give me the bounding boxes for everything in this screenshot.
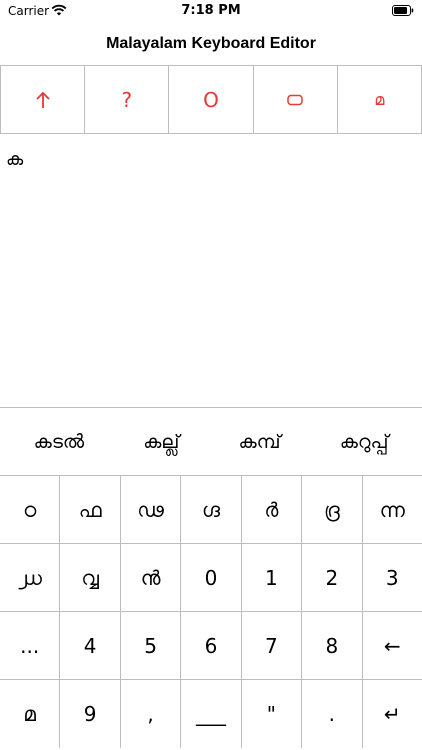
- backspace-key[interactable]: ←: [363, 612, 422, 679]
- key[interactable]: ഢ: [121, 476, 182, 543]
- period-key[interactable]: .: [302, 680, 363, 748]
- ellipsis-key[interactable]: ...: [0, 612, 61, 679]
- key[interactable]: ൻ: [121, 544, 182, 611]
- key-row-1: ഠ ഫ ഢ ഗ്ദ ർ ദ്ര ന്ന: [0, 476, 422, 544]
- status-bar: Carrier 7:18 PM: [0, 0, 422, 22]
- help-button[interactable]: ?: [85, 66, 170, 133]
- key-8[interactable]: 8: [302, 612, 363, 679]
- malayalam-ma-key[interactable]: മ: [0, 680, 61, 748]
- suggestion-bar: കടൽ കല്ല് കമ്പ് കറുപ്പ്: [0, 408, 422, 476]
- text-editor[interactable]: ക: [0, 135, 422, 407]
- back-arrow-icon: ←: [383, 633, 401, 658]
- return-key[interactable]: ↵: [363, 680, 422, 748]
- up-arrow-button[interactable]: [0, 66, 86, 133]
- key[interactable]: ർ: [242, 476, 303, 543]
- key-row-3: ... 4 5 6 7 8 ←: [0, 612, 422, 680]
- suggestion-2[interactable]: കല്ല്: [133, 425, 189, 459]
- suggestion-1[interactable]: കടൽ: [24, 425, 94, 459]
- key[interactable]: ഠ: [0, 476, 61, 543]
- key-2[interactable]: 2: [302, 544, 363, 611]
- space-key[interactable]: ___: [181, 680, 242, 748]
- key[interactable]: ഫ: [60, 476, 121, 543]
- suggestion-3[interactable]: കമ്പ്: [229, 425, 291, 459]
- key[interactable]: ഗ്ദ: [181, 476, 242, 543]
- key-row-2: ൰ വ്വ ൻ 0 1 2 3: [0, 544, 422, 612]
- suggestion-4[interactable]: കറുപ്പ്: [330, 425, 399, 459]
- circle-icon: O: [203, 87, 219, 112]
- key-6[interactable]: 6: [181, 612, 242, 679]
- malayalam-ma-button[interactable]: മ: [338, 66, 422, 133]
- circle-button[interactable]: O: [169, 66, 254, 133]
- clock: 7:18 PM: [181, 3, 241, 18]
- key[interactable]: ൰: [0, 544, 61, 611]
- battery-icon: [392, 5, 414, 16]
- key-0[interactable]: 0: [181, 544, 242, 611]
- key[interactable]: ന്ന: [363, 476, 422, 543]
- key-row-4: മ 9 , ___ " . ↵: [0, 680, 422, 748]
- key-9[interactable]: 9: [60, 680, 121, 748]
- return-icon: ↵: [383, 702, 401, 726]
- key-1[interactable]: 1: [242, 544, 303, 611]
- up-arrow-icon: [35, 91, 50, 108]
- key-7[interactable]: 7: [242, 612, 303, 679]
- toolbar: ? O മ: [0, 65, 422, 134]
- page-title: Malayalam Keyboard Editor: [106, 35, 316, 52]
- quote-key[interactable]: ": [242, 680, 303, 748]
- key[interactable]: ദ്ര: [302, 476, 363, 543]
- rounded-rect-icon: [287, 94, 303, 105]
- question-icon: ?: [121, 87, 133, 112]
- malayalam-ma-icon: മ: [374, 89, 385, 109]
- key-3[interactable]: 3: [363, 544, 422, 611]
- key-4[interactable]: 4: [60, 612, 121, 679]
- keyboard: കടൽ കല്ല് കമ്പ് കറുപ്പ് ഠ ഫ ഢ ഗ്ദ ർ ദ്ര …: [0, 407, 422, 750]
- rounded-rect-button[interactable]: [254, 66, 338, 133]
- key[interactable]: വ്വ: [60, 544, 121, 611]
- editor-text: ക: [6, 149, 24, 170]
- comma-key[interactable]: ,: [121, 680, 182, 748]
- key-5[interactable]: 5: [121, 612, 182, 679]
